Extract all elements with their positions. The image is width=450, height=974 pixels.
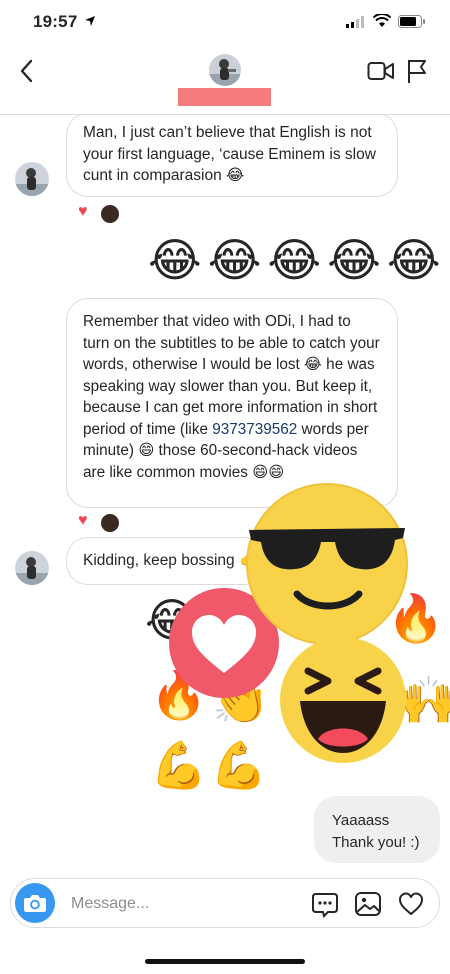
sender-avatar[interactable] xyxy=(15,162,49,196)
incoming-message[interactable]: Kidding, keep bossing 🤙 xyxy=(66,537,266,585)
status-time: 19:57 xyxy=(33,12,78,31)
message-text-line: Thank you! :) xyxy=(332,834,420,851)
message-input[interactable] xyxy=(69,888,283,920)
phone-number-link[interactable]: 9373739562 xyxy=(212,421,297,438)
flexed-biceps-emoji: 💪 xyxy=(210,738,268,792)
message-thread[interactable]: Man, I just can’t believe that English i… xyxy=(0,115,450,875)
incoming-message[interactable]: Remember that video with ODi, I had to t… xyxy=(66,298,398,508)
laughing-reaction-icon xyxy=(280,637,406,763)
location-arrow-icon xyxy=(85,16,95,26)
message-text-line: Yaaaass xyxy=(332,812,390,829)
message-text: Kidding, keep bossing 🤙 xyxy=(83,552,259,569)
cool-sunglasses-reaction-icon xyxy=(246,483,408,645)
cellular-signal-icon xyxy=(346,16,364,28)
flexed-biceps-emoji: 💪 xyxy=(150,738,208,792)
flag-icon[interactable] xyxy=(406,58,428,84)
back-chevron-icon[interactable] xyxy=(14,56,40,86)
heart-reaction-icon: ♥ xyxy=(78,512,88,529)
contact-name-redaction[interactable] xyxy=(178,88,271,106)
heart-icon[interactable] xyxy=(397,890,425,918)
home-indicator[interactable] xyxy=(145,959,305,964)
heart-reaction-icon: ♥ xyxy=(78,203,88,220)
battery-icon xyxy=(398,15,425,28)
outgoing-message[interactable]: Yaaaass Thank you! :) xyxy=(314,796,440,863)
chat-header xyxy=(0,46,450,115)
wifi-icon xyxy=(373,14,391,27)
message-text: Remember that video with ODi, I had to t… xyxy=(83,313,380,438)
video-call-icon[interactable] xyxy=(367,60,395,82)
sender-avatar[interactable] xyxy=(15,551,49,585)
status-bar: 19:57 xyxy=(0,0,450,46)
message-composer xyxy=(10,878,440,928)
reactor-avatar xyxy=(100,513,120,533)
message-text: Man, I just can’t believe that English i… xyxy=(83,124,376,184)
contact-avatar[interactable] xyxy=(209,54,241,86)
chat-bubble-icon[interactable] xyxy=(311,890,339,918)
emoji-message[interactable]: 😂😂😂😂😂 xyxy=(148,235,447,285)
gallery-icon[interactable] xyxy=(354,890,382,918)
camera-icon xyxy=(24,895,46,912)
incoming-message[interactable]: Man, I just can’t believe that English i… xyxy=(66,115,398,197)
camera-button[interactable] xyxy=(15,883,55,923)
reactor-avatar xyxy=(100,204,120,224)
